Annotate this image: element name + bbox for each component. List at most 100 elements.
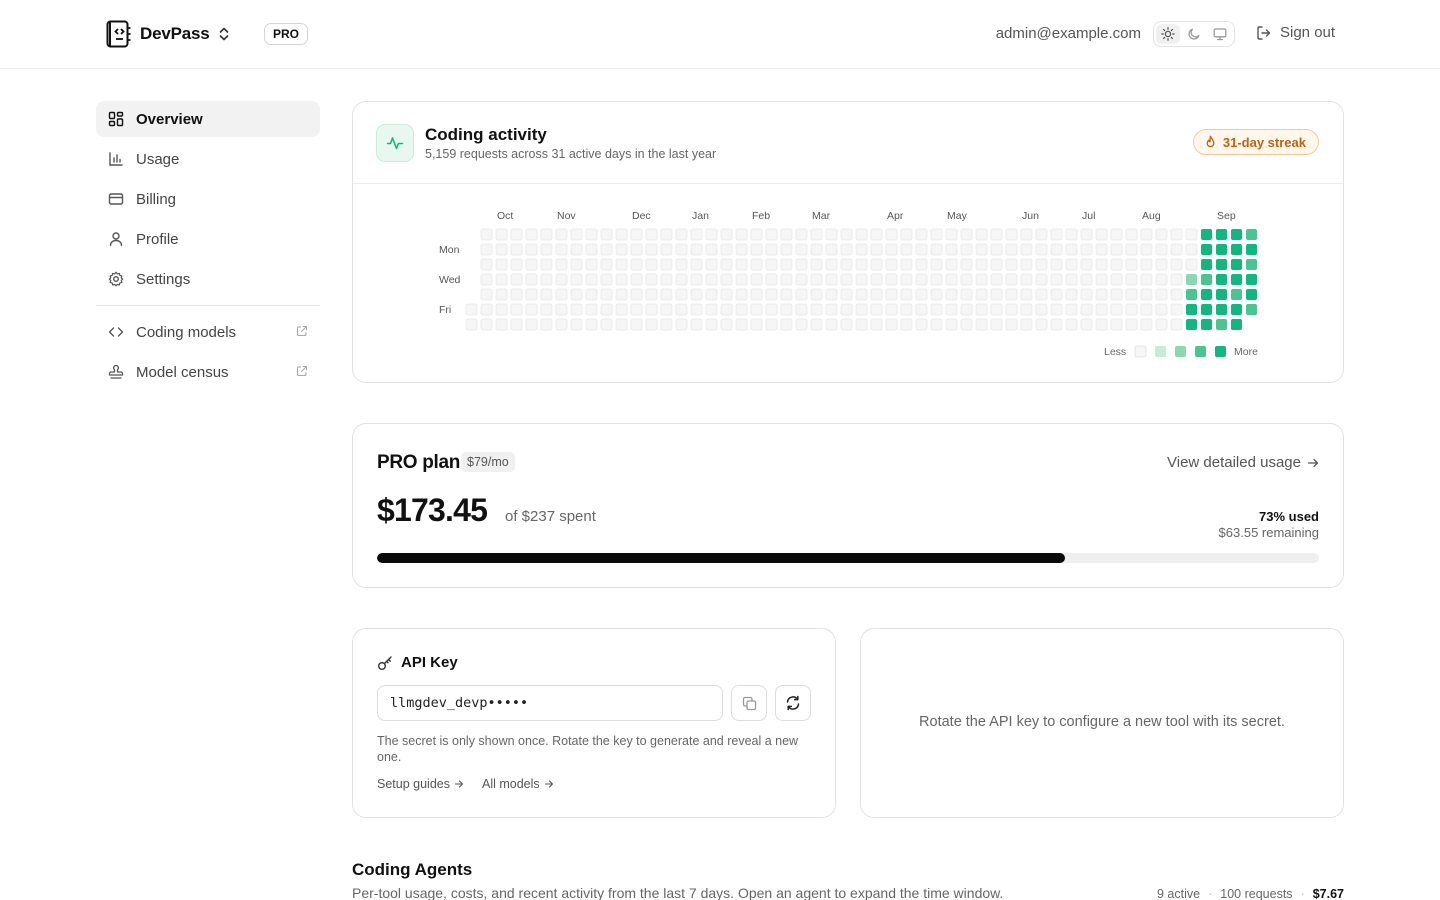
activity-cell[interactable] bbox=[630, 273, 643, 286]
activity-cell[interactable] bbox=[870, 258, 883, 271]
activity-cell[interactable] bbox=[675, 288, 688, 301]
activity-cell[interactable] bbox=[1095, 243, 1108, 256]
activity-cell[interactable] bbox=[840, 243, 853, 256]
activity-cell[interactable] bbox=[720, 243, 733, 256]
activity-cell[interactable] bbox=[1110, 288, 1123, 301]
activity-cell[interactable] bbox=[495, 303, 508, 316]
activity-cell[interactable] bbox=[465, 318, 478, 331]
activity-cell[interactable] bbox=[585, 228, 598, 241]
activity-cell[interactable] bbox=[1216, 259, 1227, 270]
activity-cell[interactable] bbox=[795, 273, 808, 286]
activity-cell[interactable] bbox=[690, 258, 703, 271]
activity-cell[interactable] bbox=[1246, 244, 1257, 255]
activity-cell[interactable] bbox=[525, 273, 538, 286]
activity-cell[interactable] bbox=[1231, 259, 1242, 270]
activity-cell[interactable] bbox=[930, 318, 943, 331]
activity-cell[interactable] bbox=[675, 243, 688, 256]
activity-cell[interactable] bbox=[1050, 288, 1063, 301]
activity-cell[interactable] bbox=[690, 228, 703, 241]
activity-cell[interactable] bbox=[1095, 318, 1108, 331]
activity-cell[interactable] bbox=[840, 273, 853, 286]
activity-cell[interactable] bbox=[540, 303, 553, 316]
activity-cell[interactable] bbox=[855, 243, 868, 256]
activity-cell[interactable] bbox=[555, 303, 568, 316]
activity-cell[interactable] bbox=[855, 273, 868, 286]
activity-cell[interactable] bbox=[1005, 318, 1018, 331]
activity-cell[interactable] bbox=[630, 303, 643, 316]
activity-cell[interactable] bbox=[570, 303, 583, 316]
activity-cell[interactable] bbox=[945, 273, 958, 286]
activity-cell[interactable] bbox=[525, 258, 538, 271]
activity-cell[interactable] bbox=[930, 288, 943, 301]
activity-cell[interactable] bbox=[885, 243, 898, 256]
activity-cell[interactable] bbox=[1110, 258, 1123, 271]
activity-cell[interactable] bbox=[1065, 243, 1078, 256]
activity-cell[interactable] bbox=[1020, 318, 1033, 331]
activity-cell[interactable] bbox=[1201, 289, 1212, 300]
activity-cell[interactable] bbox=[1110, 318, 1123, 331]
activity-cell[interactable] bbox=[1155, 228, 1168, 241]
activity-cell[interactable] bbox=[870, 228, 883, 241]
activity-cell[interactable] bbox=[915, 258, 928, 271]
activity-cell[interactable] bbox=[1080, 288, 1093, 301]
activity-cell[interactable] bbox=[975, 288, 988, 301]
activity-cell[interactable] bbox=[720, 228, 733, 241]
theme-dark-button[interactable] bbox=[1182, 24, 1206, 44]
activity-cell[interactable] bbox=[1125, 243, 1138, 256]
activity-cell[interactable] bbox=[915, 228, 928, 241]
all-models-link[interactable]: All models bbox=[482, 777, 554, 791]
sidebar-item-model-census[interactable]: Model census bbox=[96, 354, 320, 390]
activity-cell[interactable] bbox=[930, 273, 943, 286]
activity-cell[interactable] bbox=[495, 258, 508, 271]
activity-cell[interactable] bbox=[540, 273, 553, 286]
activity-cell[interactable] bbox=[990, 318, 1003, 331]
activity-cell[interactable] bbox=[825, 273, 838, 286]
activity-cell[interactable] bbox=[1231, 289, 1242, 300]
activity-cell[interactable] bbox=[825, 243, 838, 256]
activity-cell[interactable] bbox=[1125, 258, 1138, 271]
activity-cell[interactable] bbox=[855, 318, 868, 331]
activity-cell[interactable] bbox=[600, 303, 613, 316]
activity-cell[interactable] bbox=[1005, 273, 1018, 286]
activity-cell[interactable] bbox=[1231, 319, 1242, 330]
activity-cell[interactable] bbox=[825, 318, 838, 331]
sidebar-item-overview[interactable]: Overview bbox=[96, 101, 320, 137]
activity-cell[interactable] bbox=[585, 273, 598, 286]
activity-cell[interactable] bbox=[1020, 228, 1033, 241]
activity-cell[interactable] bbox=[555, 228, 568, 241]
activity-cell[interactable] bbox=[480, 303, 493, 316]
activity-cell[interactable] bbox=[1125, 228, 1138, 241]
activity-cell[interactable] bbox=[780, 318, 793, 331]
activity-cell[interactable] bbox=[1005, 228, 1018, 241]
activity-cell[interactable] bbox=[1035, 228, 1048, 241]
activity-cell[interactable] bbox=[750, 228, 763, 241]
theme-light-button[interactable] bbox=[1156, 24, 1180, 44]
activity-cell[interactable] bbox=[555, 243, 568, 256]
activity-cell[interactable] bbox=[690, 273, 703, 286]
activity-cell[interactable] bbox=[1170, 318, 1183, 331]
sidebar-item-settings[interactable]: Settings bbox=[96, 261, 320, 297]
activity-cell[interactable] bbox=[870, 303, 883, 316]
activity-cell[interactable] bbox=[900, 243, 913, 256]
activity-cell[interactable] bbox=[1095, 288, 1108, 301]
activity-cell[interactable] bbox=[660, 318, 673, 331]
activity-cell[interactable] bbox=[1140, 258, 1153, 271]
activity-cell[interactable] bbox=[945, 303, 958, 316]
activity-cell[interactable] bbox=[735, 288, 748, 301]
activity-cell[interactable] bbox=[1020, 258, 1033, 271]
activity-cell[interactable] bbox=[1080, 228, 1093, 241]
activity-cell[interactable] bbox=[555, 318, 568, 331]
activity-cell[interactable] bbox=[690, 303, 703, 316]
activity-cell[interactable] bbox=[660, 288, 673, 301]
activity-cell[interactable] bbox=[840, 303, 853, 316]
activity-cell[interactable] bbox=[615, 228, 628, 241]
activity-cell[interactable] bbox=[495, 228, 508, 241]
activity-cell[interactable] bbox=[1035, 318, 1048, 331]
activity-cell[interactable] bbox=[960, 288, 973, 301]
activity-cell[interactable] bbox=[975, 243, 988, 256]
activity-cell[interactable] bbox=[810, 258, 823, 271]
activity-cell[interactable] bbox=[585, 318, 598, 331]
activity-cell[interactable] bbox=[690, 243, 703, 256]
activity-cell[interactable] bbox=[975, 258, 988, 271]
activity-cell[interactable] bbox=[960, 228, 973, 241]
